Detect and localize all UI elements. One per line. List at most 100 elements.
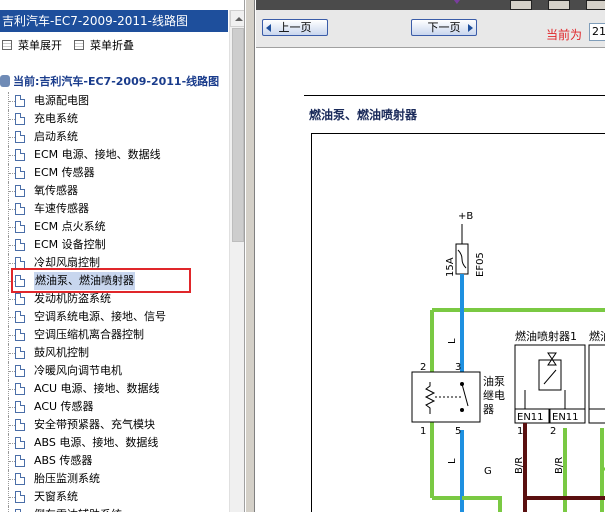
relay-pin-label: 2	[420, 362, 426, 373]
tree-item[interactable]: ECM 电源、接地、数据线	[0, 146, 228, 164]
tree-item[interactable]: 冷暖风向调节电机	[0, 362, 228, 380]
tree-item[interactable]: 空调系统电源、接地、信号	[0, 308, 228, 326]
tree-item-label: 燃油泵、燃油喷射器	[34, 272, 135, 290]
scroll-up-arrow-icon[interactable]	[230, 10, 244, 27]
tree-item[interactable]: 燃油泵、燃油喷射器	[0, 272, 228, 290]
relay-name-line3: 器	[483, 403, 494, 416]
tree-item[interactable]: ECM 设备控制	[0, 236, 228, 254]
injector-2-box	[588, 344, 605, 420]
green-wire	[432, 496, 502, 512]
tree-item[interactable]: ECM 点火系统	[0, 218, 228, 236]
wiring-schematic: +B 15A EF05 L L G 2 3 1 5 油泵 继电 器 燃油喷射器1…	[411, 211, 605, 512]
tree-item-label: 充电系统	[34, 112, 78, 125]
document-icon	[15, 329, 25, 341]
next-page-label: 下一页	[427, 21, 461, 34]
tree-item[interactable]: 氧传感器	[0, 182, 228, 200]
tree-item-label: ABS 电源、接地、数据线	[34, 436, 159, 449]
page-number-input[interactable]: 21	[589, 23, 605, 41]
tree-scrollbar[interactable]	[229, 10, 244, 512]
document-icon	[15, 311, 25, 323]
menu-collapse-button[interactable]: 菜单折叠	[74, 37, 134, 55]
tree-item[interactable]: 倒车雷达辅助系统	[0, 506, 228, 512]
tree-item-label: 鼓风机控制	[34, 346, 89, 359]
frame-splitter[interactable]	[245, 0, 255, 512]
tree-item[interactable]: ECM 传感器	[0, 164, 228, 182]
page-navbar: 上一页 下一页 当前为 21	[256, 10, 605, 48]
relay-contact	[460, 408, 464, 412]
menu-expand-button[interactable]: 菜单展开	[2, 37, 62, 55]
tree-item[interactable]: ABS 传感器	[0, 452, 228, 470]
toolbar-mark-icon: ♦	[452, 0, 462, 7]
document-icon	[15, 473, 25, 485]
tree-item-label: ECM 电源、接地、数据线	[34, 148, 161, 161]
tree-item-label: 胎压监测系统	[34, 472, 100, 485]
tree-item-label: 冷却风扇控制	[34, 256, 100, 269]
connector-box	[588, 408, 605, 424]
menu-icon	[2, 40, 12, 50]
injector-2-label: 燃油	[589, 329, 605, 343]
tree-item-label: 安全带预紧器、充气模块	[34, 418, 155, 431]
tree-item[interactable]: 冷却风扇控制	[0, 254, 228, 272]
tree-item[interactable]: 发动机防盗系统	[0, 290, 228, 308]
menu-collapse-label: 菜单折叠	[90, 39, 134, 52]
tree-item-label: ECM 传感器	[34, 166, 95, 179]
wire-label-l-bottom: L	[447, 458, 458, 464]
relay-pin-label: 1	[420, 426, 426, 437]
tree-item-label: 倒车雷达辅助系统	[34, 506, 122, 512]
menu-icon	[74, 40, 84, 50]
toolbar-button[interactable]	[510, 0, 532, 10]
next-page-button[interactable]: 下一页	[411, 19, 477, 36]
injector-pin-label: 2	[550, 426, 556, 437]
document-icon	[15, 239, 25, 251]
tree-item[interactable]: 电源配电图	[0, 92, 228, 110]
wire-label-br: B/R	[514, 457, 525, 474]
document-icon	[15, 113, 25, 125]
tree-item[interactable]: ACU 电源、接地、数据线	[0, 380, 228, 398]
scrollbar-thumb[interactable]	[232, 28, 244, 242]
wire-label-l-top: L	[447, 338, 458, 344]
tree-item[interactable]: 胎压监测系统	[0, 470, 228, 488]
tree-list: 电源配电图充电系统启动系统 ECM 电源、接地、数据线 ECM 传感器 氧传感器车速传…	[0, 92, 228, 512]
tree-item[interactable]: 安全带预紧器、充气模块	[0, 416, 228, 434]
document-icon	[15, 131, 25, 143]
document-icon	[15, 437, 25, 449]
connector-label: EN11	[552, 412, 579, 423]
title-divider	[304, 95, 605, 96]
tree-item[interactable]: 天窗系统	[0, 488, 228, 506]
fuel-pump-relay-box	[411, 371, 481, 423]
tree-item-label: ABS 传感器	[34, 454, 93, 467]
tree-item[interactable]: 车速传感器	[0, 200, 228, 218]
document-icon	[15, 167, 25, 179]
document-icon	[15, 257, 25, 269]
tree-item[interactable]: 充电系统	[0, 110, 228, 128]
tree-root[interactable]: 当前:吉利汽车-EC7-2009-2011-线路图	[0, 73, 219, 91]
tree-item[interactable]: ACU 传感器	[0, 398, 228, 416]
relay-pin-label: 3	[455, 362, 461, 373]
toolbar-button[interactable]	[586, 0, 605, 10]
document-icon	[15, 455, 25, 467]
tree-item[interactable]: 鼓风机控制	[0, 344, 228, 362]
wire-label-g: G	[484, 466, 492, 477]
tree-root-label: 当前:吉利汽车-EC7-2009-2011-线路图	[13, 75, 220, 88]
tree-item[interactable]: ABS 电源、接地、数据线	[0, 434, 228, 452]
folder-icon	[0, 75, 10, 87]
document-icon	[15, 95, 25, 107]
tree-item[interactable]: 空调压缩机离合器控制	[0, 326, 228, 344]
tree-item-label: 车速传感器	[34, 202, 89, 215]
tree-item-label: 空调系统电源、接地、信号	[34, 310, 166, 323]
tree-item-label: 电源配电图	[34, 94, 89, 107]
diagram-title: 燃油泵、燃油喷射器	[309, 108, 418, 122]
document-icon	[15, 275, 25, 287]
document-icon	[15, 491, 25, 503]
tree-item[interactable]: 启动系统	[0, 128, 228, 146]
relay-name-line1: 油泵	[483, 374, 505, 388]
tree-item-label: ECM 点火系统	[34, 220, 106, 233]
tree-connector-line	[8, 506, 9, 512]
toolbar-button[interactable]	[548, 0, 570, 10]
previous-page-button[interactable]: 上一页	[262, 19, 328, 36]
tree-item-label: 启动系统	[34, 130, 78, 143]
menu-expand-label: 菜单展开	[18, 39, 62, 52]
tree-item-label: 氧传感器	[34, 184, 78, 197]
document-icon	[15, 221, 25, 233]
menu-toolbar: 菜单展开 菜单折叠	[0, 37, 228, 55]
